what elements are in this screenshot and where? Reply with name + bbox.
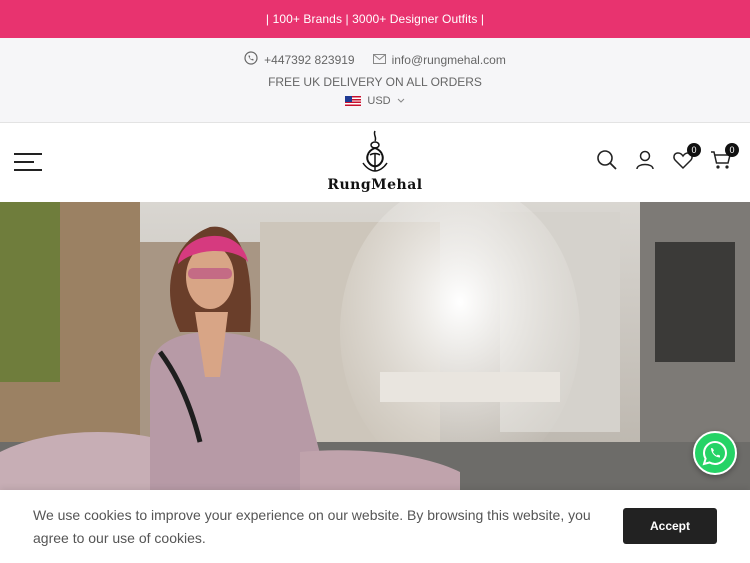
cookie-message: We use cookies to improve your experienc… [33,507,591,546]
email-link[interactable]: info@rungmehal.com [372,52,506,67]
contact-row: +447392 823919 info@rungmehal.com [0,51,750,68]
header-icons: 0 0 [596,143,739,171]
logo-text: RungMehal [327,177,423,193]
whatsapp-chat-button[interactable] [693,431,737,475]
promo-text: | 100+ Brands | 3000+ Designer Outfits | [265,12,485,26]
accept-cookies-button[interactable]: Accept [623,508,717,544]
whatsapp-icon [702,440,728,466]
wishlist-button[interactable]: 0 [672,143,701,171]
cookie-banner: We use cookies to improve your experienc… [0,490,750,563]
phone-link[interactable]: +447392 823919 [244,51,355,68]
delivery-notice: FREE UK DELIVERY ON ALL ORDERS [268,75,482,89]
search-icon[interactable] [596,149,618,171]
promo-bar: | 100+ Brands | 3000+ Designer Outfits | [0,0,750,38]
mail-icon [372,53,386,67]
hero-image [0,202,750,492]
logo-emblem-icon [362,130,388,172]
info-bar: +447392 823919 info@rungmehal.com FREE U… [0,38,750,123]
account-icon[interactable] [634,149,656,171]
logo[interactable]: RungMehal [325,129,425,197]
cart-button[interactable]: 0 [710,143,739,171]
cart-count-badge: 0 [725,143,739,157]
currency-label: USD [367,95,391,107]
currency-selector[interactable]: USD [0,95,750,107]
chevron-down-icon [397,95,405,107]
hero-banner[interactable] [0,202,750,492]
email-address: info@rungmehal.com [391,52,506,67]
us-flag-icon [345,96,362,106]
phone-number: +447392 823919 [264,52,355,67]
site-header: RungMehal 0 0 [0,123,750,202]
whatsapp-small-icon [244,51,258,68]
menu-icon[interactable] [14,153,42,171]
wishlist-count-badge: 0 [687,143,701,157]
